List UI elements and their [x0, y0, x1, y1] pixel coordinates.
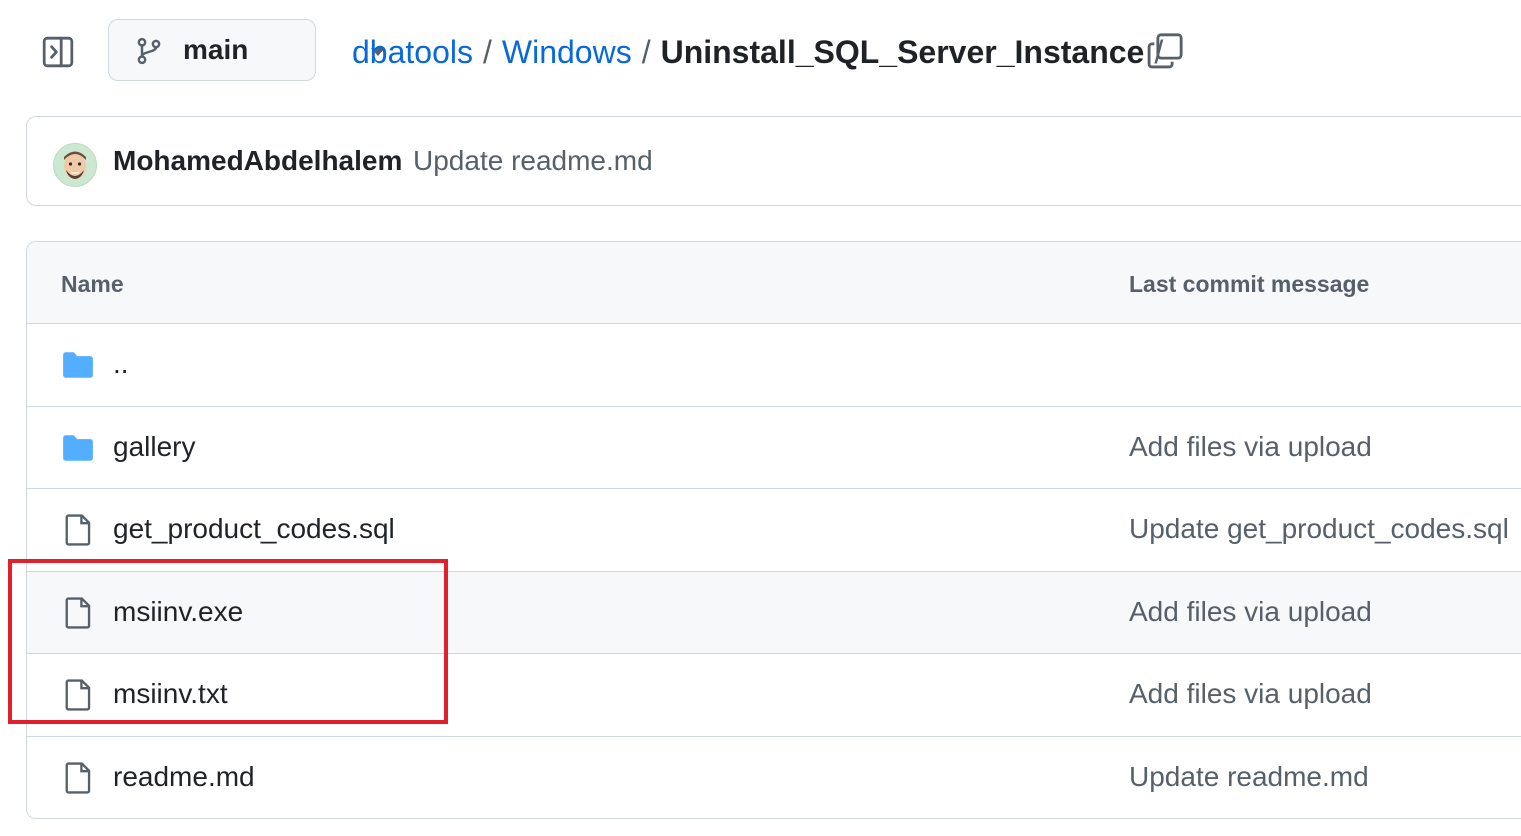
latest-commit-bar: MohamedAbdelhalem Update readme.md — [26, 116, 1521, 206]
commit-message-link[interactable]: Add files via upload — [1129, 596, 1372, 628]
git-branch-icon — [137, 37, 161, 65]
breadcrumb-separator: / — [482, 33, 492, 70]
file-icon — [65, 514, 91, 546]
table-row[interactable]: gallery Add files via upload — [27, 406, 1521, 489]
column-header-name: Name — [61, 271, 124, 297]
breadcrumb-item-dbatools[interactable]: dbatools — [352, 34, 473, 71]
file-name-link[interactable]: .. — [113, 348, 129, 380]
file-name-link[interactable]: msiinv.txt — [113, 678, 228, 710]
folder-icon — [63, 434, 93, 461]
sidebar-toggle-button[interactable] — [36, 30, 80, 74]
commit-author-link[interactable]: MohamedAbdelhalem — [113, 145, 402, 177]
commit-message-link[interactable]: Add files via upload — [1129, 431, 1372, 463]
folder-icon — [63, 352, 93, 378]
file-name-link[interactable]: get_product_codes.sql — [113, 513, 395, 545]
file-name-link[interactable]: readme.md — [113, 761, 255, 793]
branch-selector-button[interactable]: main — [108, 19, 385, 81]
breadcrumb: dbatools / Windows / Uninstall_SQL_Serve… — [352, 30, 1173, 74]
branch-name: main — [183, 34, 249, 65]
table-row[interactable]: msiinv.exe Add files via upload — [27, 571, 1521, 654]
table-row[interactable]: get_product_codes.sql Update get_product_… — [27, 489, 1521, 572]
commit-message-link[interactable]: Update readme.md — [413, 145, 653, 177]
file-icon — [65, 761, 91, 794]
breadcrumb-separator: / — [641, 33, 651, 70]
table-header: Name Last commit message — [27, 242, 1521, 324]
table-row[interactable]: msiinv.txt Add files via upload — [27, 654, 1521, 737]
file-name-link[interactable]: msiinv.exe — [113, 596, 243, 628]
commit-message-link[interactable]: Add files via upload — [1129, 678, 1372, 710]
file-list: .. gallery Add files via upload get_product… — [27, 324, 1521, 818]
breadcrumb-current-folder: Uninstall_SQL_Server_Instance — [660, 33, 1145, 70]
avatar-icon[interactable] — [53, 143, 97, 187]
copy-path-button[interactable] — [1146, 32, 1184, 70]
file-icon — [65, 596, 91, 629]
commit-message-link[interactable]: Update readme.md — [1129, 761, 1369, 793]
table-row[interactable]: .. — [27, 324, 1521, 407]
copy-icon — [1147, 33, 1183, 69]
table-row[interactable]: readme.md Update readme.md — [27, 736, 1521, 818]
file-name-link[interactable]: gallery — [113, 431, 195, 463]
file-icon — [65, 679, 91, 711]
breadcrumb-item-windows[interactable]: Windows — [502, 34, 632, 71]
commit-message-link[interactable]: Update get_product_codes.sql — [1129, 513, 1509, 545]
sidebar-expand-icon — [42, 36, 74, 68]
column-header-last-commit-message: Last commit message — [1129, 271, 1370, 297]
file-table: Name Last commit message .. gallery Add fi… — [26, 241, 1521, 819]
